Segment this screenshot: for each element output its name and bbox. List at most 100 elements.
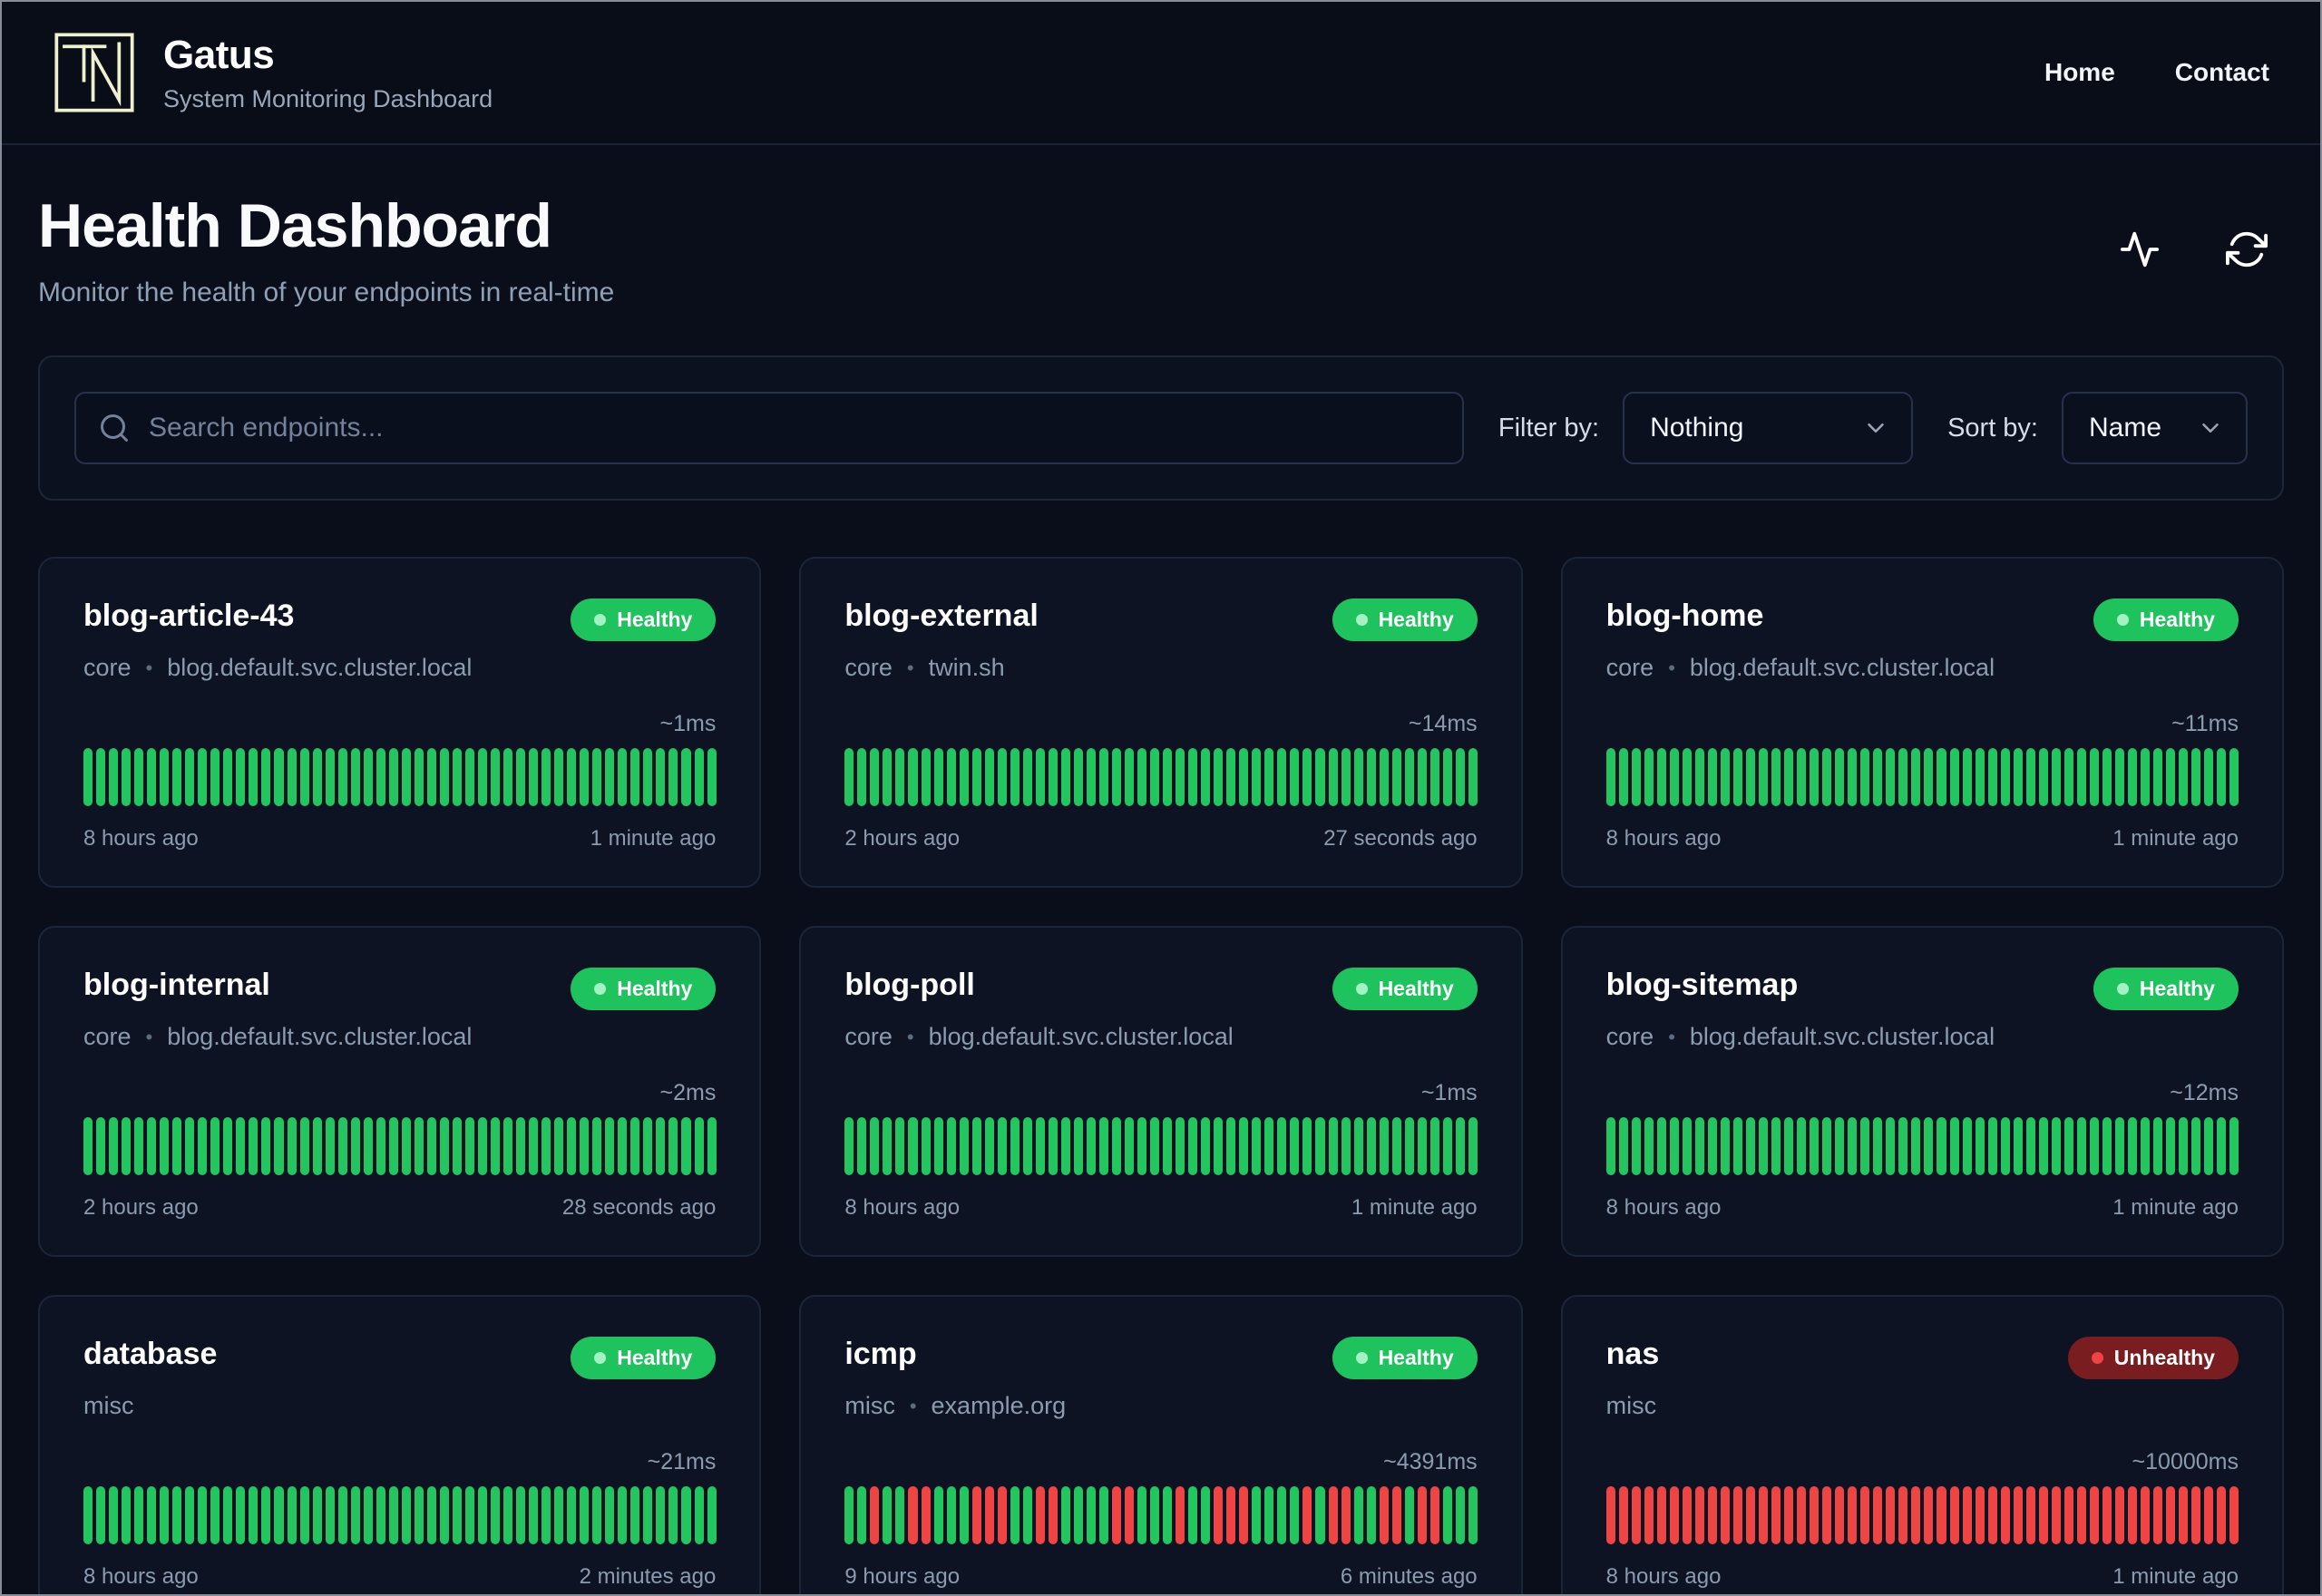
- status-bar: [1125, 1117, 1135, 1175]
- endpoint-group: core: [83, 1023, 132, 1050]
- status-bar: [1163, 1486, 1173, 1544]
- status-bar: [274, 748, 284, 806]
- endpoint-card[interactable]: blog-poll Healthy core • blog.default.svc.cl…: [799, 926, 1523, 1257]
- endpoint-card-footer: 8 hours ago 1 minute ago: [1606, 1195, 2239, 1221]
- status-bar: [503, 748, 513, 806]
- status-bar: [1822, 1486, 1832, 1544]
- endpoint-card[interactable]: icmp Healthy misc • example.org ~4391ms 9 hour…: [799, 1295, 1523, 1594]
- uptime-bar-chart: [1605, 1117, 2239, 1175]
- status-bar: [1353, 1117, 1363, 1175]
- status-bar: [2166, 748, 2176, 806]
- status-bar: [1150, 1486, 1160, 1544]
- status-bar: [2038, 1486, 2048, 1544]
- endpoint-group: core: [1605, 654, 1654, 681]
- status-bar: [1125, 1486, 1135, 1544]
- sort-select[interactable]: Name: [2062, 392, 2248, 464]
- status-bar: [2179, 1117, 2189, 1175]
- status-bar: [1682, 1117, 1692, 1175]
- endpoint-card-footer: 2 hours ago 28 seconds ago: [83, 1195, 716, 1221]
- status-bar: [707, 1486, 717, 1544]
- status-bar: [452, 748, 462, 806]
- header-actions: [2119, 229, 2284, 270]
- endpoint-name: nas: [1605, 1337, 1660, 1371]
- status-bar: [1873, 748, 1883, 806]
- status-bar: [1035, 1486, 1045, 1544]
- endpoint-card[interactable]: blog-article-43 Healthy core • blog.default.…: [38, 557, 762, 888]
- endpoint-name: blog-sitemap: [1605, 968, 1799, 1002]
- endpoint-host: blog.default.svc.cluster.local: [167, 1023, 473, 1050]
- status-bar: [2013, 1486, 2023, 1544]
- status-bar: [337, 1486, 347, 1544]
- response-time: ~11ms: [2171, 711, 2239, 736]
- endpoint-card[interactable]: blog-sitemap Healthy core • blog.default.svc…: [1560, 926, 2284, 1257]
- filter-toolbar: Filter by: Nothing Sort by: Name: [38, 355, 2284, 501]
- endpoint-card[interactable]: blog-internal Healthy core • blog.default.sv…: [38, 926, 762, 1257]
- endpoint-card[interactable]: blog-external Healthy core • twin.sh ~14ms 2 h…: [799, 557, 1523, 888]
- status-badge-label: Healthy: [1378, 608, 1454, 631]
- nav-link-contact[interactable]: Contact: [2175, 58, 2269, 87]
- status-bar: [1886, 748, 1896, 806]
- status-bar: [299, 1486, 309, 1544]
- endpoint-card[interactable]: blog-home Healthy core • blog.default.svc.cl…: [1560, 557, 2284, 888]
- filter-select[interactable]: Nothing: [1623, 392, 1914, 464]
- status-bar: [1098, 748, 1108, 806]
- status-bar: [337, 1117, 347, 1175]
- status-bar: [2076, 1486, 2086, 1544]
- status-bar: [1810, 748, 1820, 806]
- status-bar: [1290, 1486, 1300, 1544]
- status-bar: [1328, 1486, 1338, 1544]
- endpoint-group: misc: [83, 1392, 134, 1419]
- status-bar: [857, 1486, 867, 1544]
- status-bar: [325, 748, 335, 806]
- status-bar: [439, 1117, 449, 1175]
- status-bar: [1201, 748, 1211, 806]
- status-bar: [1962, 748, 1972, 806]
- endpoint-card[interactable]: nas Unhealthy misc ~10000ms 8 hours ago 1 min…: [1560, 1295, 2284, 1594]
- status-bar: [895, 1117, 905, 1175]
- status-bar: [1468, 748, 1478, 806]
- endpoint-meta: core • blog.default.svc.cluster.local: [1606, 1023, 2239, 1051]
- status-bar: [1771, 1117, 1781, 1175]
- endpoint-name: blog-home: [1605, 598, 1764, 633]
- oldest-timestamp: 8 hours ago: [1605, 1564, 1722, 1589]
- status-bar: [895, 1486, 905, 1544]
- status-bar: [997, 1117, 1007, 1175]
- status-bar: [1277, 1486, 1287, 1544]
- bullet-separator: •: [906, 656, 914, 679]
- status-bar: [592, 1486, 602, 1544]
- endpoint-card[interactable]: database Healthy misc ~21ms 8 hours ago 2 min…: [38, 1295, 762, 1594]
- status-bar: [1784, 748, 1794, 806]
- status-bar: [1137, 1486, 1147, 1544]
- status-bar: [185, 748, 195, 806]
- status-bar: [1720, 1117, 1730, 1175]
- status-bar: [249, 748, 259, 806]
- status-bar: [337, 748, 347, 806]
- status-bar: [1391, 1117, 1401, 1175]
- status-bar: [618, 1486, 628, 1544]
- status-bar: [1860, 748, 1870, 806]
- nav-link-home[interactable]: Home: [2044, 58, 2115, 87]
- endpoint-card-header: blog-poll Healthy: [844, 968, 1478, 1010]
- status-bar: [2076, 748, 2086, 806]
- endpoint-group: misc: [1605, 1392, 1657, 1419]
- status-bar: [96, 1486, 106, 1544]
- brand-subtitle: System Monitoring Dashboard: [163, 84, 493, 112]
- refresh-icon[interactable]: [2226, 229, 2268, 270]
- status-dot-icon: [1355, 1352, 1368, 1364]
- newest-timestamp: 28 seconds ago: [561, 1195, 717, 1220]
- status-bar: [870, 1117, 880, 1175]
- bullet-separator: •: [906, 1025, 914, 1048]
- status-bar: [1860, 1486, 1870, 1544]
- uptime-bar-chart: [844, 1117, 1478, 1175]
- status-bar: [2166, 1117, 2176, 1175]
- status-bar: [109, 1117, 119, 1175]
- status-bar: [464, 748, 474, 806]
- status-bar: [592, 748, 602, 806]
- endpoint-meta: core • blog.default.svc.cluster.local: [83, 1023, 716, 1051]
- status-bar: [1226, 1486, 1236, 1544]
- search-input[interactable]: [74, 392, 1464, 464]
- status-bar: [1707, 748, 1717, 806]
- status-bar: [1860, 1117, 1870, 1175]
- status-bar: [1822, 748, 1832, 806]
- status-bar: [1682, 748, 1692, 806]
